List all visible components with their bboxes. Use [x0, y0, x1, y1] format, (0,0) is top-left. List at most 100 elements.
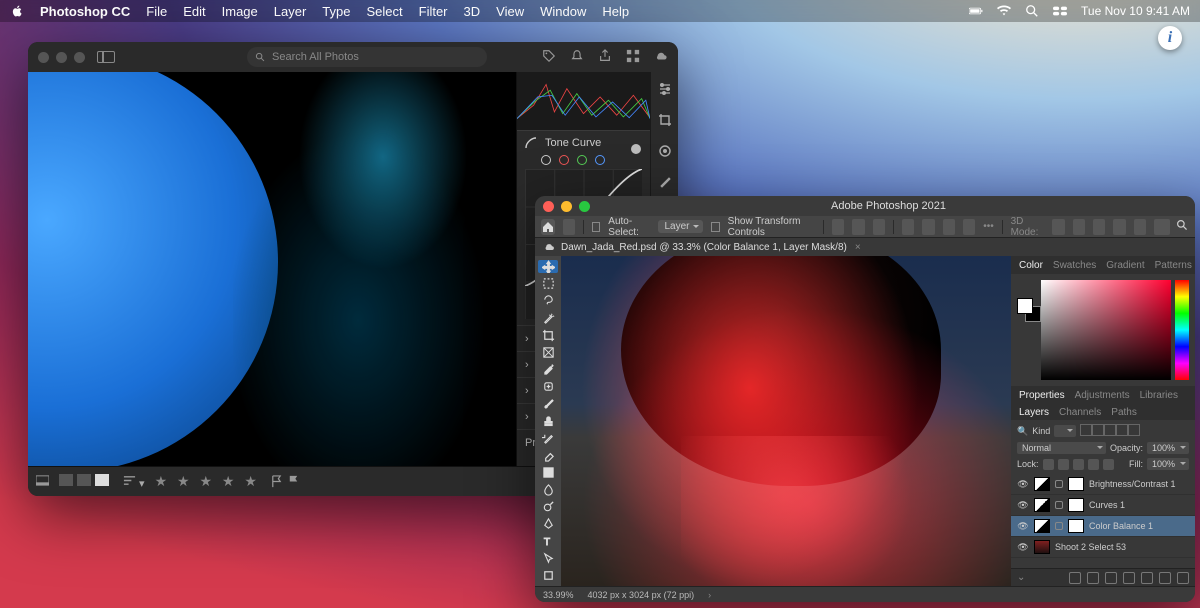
tag-icon[interactable] — [542, 49, 556, 66]
workspace-icon[interactable] — [1154, 219, 1170, 235]
align-center-icon[interactable] — [852, 219, 864, 235]
lock-trans-icon[interactable] — [1043, 459, 1054, 470]
visibility-toggle[interactable]: 👁 — [1017, 542, 1029, 553]
path-select-tool[interactable] — [538, 552, 558, 565]
tone-dot-red[interactable] — [559, 155, 569, 165]
new-adjustment-icon[interactable] — [1123, 572, 1135, 584]
tab-paths[interactable]: Paths — [1111, 407, 1137, 418]
tab-color[interactable]: Color — [1019, 260, 1043, 271]
tab-libraries[interactable]: Libraries — [1140, 390, 1178, 401]
menu-file[interactable]: File — [146, 4, 167, 19]
close-tab-icon[interactable]: × — [855, 242, 861, 253]
brush-tool[interactable] — [538, 397, 558, 410]
sliders-icon[interactable] — [658, 82, 672, 99]
color-field[interactable] — [1041, 280, 1171, 380]
lock-pos-icon[interactable] — [1073, 459, 1084, 470]
menu-view[interactable]: View — [496, 4, 524, 19]
tab-gradient[interactable]: Gradient — [1106, 260, 1144, 271]
grid-icon[interactable] — [626, 49, 640, 66]
tone-dot-green[interactable] — [577, 155, 587, 165]
menu-image[interactable]: Image — [222, 4, 258, 19]
gradient-tool[interactable] — [538, 466, 558, 479]
kind-dropdown[interactable] — [1054, 425, 1076, 437]
zoom-readout[interactable]: 33.99% — [543, 590, 574, 600]
crop-icon[interactable] — [658, 113, 672, 130]
blend-mode-dropdown[interactable]: Normal — [1017, 442, 1106, 454]
layer-row[interactable]: 👁 Curves 1 — [1011, 495, 1195, 516]
tab-channels[interactable]: Channels — [1059, 407, 1101, 418]
visibility-toggle[interactable]: 👁 — [1017, 479, 1029, 490]
move-tool-thumb-icon[interactable] — [563, 219, 575, 235]
lock-artboard-icon[interactable] — [1088, 459, 1099, 470]
marquee-tool[interactable] — [538, 277, 558, 290]
visibility-toggle[interactable]: 👁 — [1017, 521, 1029, 532]
pen-tool[interactable] — [538, 517, 558, 530]
kind-filter-icons[interactable] — [1080, 424, 1140, 438]
bell-icon[interactable] — [570, 49, 584, 66]
3d-roll-icon[interactable] — [1073, 219, 1085, 235]
align-right-icon[interactable] — [873, 219, 885, 235]
layer-row[interactable]: 👁 Brightness/Contrast 1 — [1011, 474, 1195, 495]
menu-window[interactable]: Window — [540, 4, 586, 19]
3d-orbit-icon[interactable] — [1052, 219, 1064, 235]
lr-canvas[interactable] — [28, 72, 516, 466]
distribute-icon[interactable] — [963, 219, 975, 235]
type-tool[interactable]: T — [538, 535, 558, 548]
auto-select-dropdown[interactable]: Layer — [658, 220, 703, 233]
shape-tool[interactable] — [538, 569, 558, 582]
stamp-tool[interactable] — [538, 414, 558, 427]
3d-slide-icon[interactable] — [1113, 219, 1125, 235]
heal-tool[interactable] — [538, 380, 558, 393]
dodge-tool[interactable] — [538, 500, 558, 513]
3d-zoom-icon[interactable] — [1134, 219, 1146, 235]
align-bottom-icon[interactable] — [943, 219, 955, 235]
3d-pan-icon[interactable] — [1093, 219, 1105, 235]
cloud-icon[interactable] — [654, 49, 668, 66]
color-picker-panel[interactable] — [1011, 274, 1195, 386]
layer-row[interactable]: 👁 Shoot 2 Select 53 — [1011, 537, 1195, 558]
battery-icon[interactable] — [969, 4, 983, 18]
menu-filter[interactable]: Filter — [419, 4, 448, 19]
fg-bg-swatches[interactable] — [1017, 298, 1033, 314]
menu-edit[interactable]: Edit — [183, 4, 205, 19]
tab-adjustments[interactable]: Adjustments — [1075, 390, 1130, 401]
show-transform-checkbox[interactable] — [711, 222, 719, 232]
fill-input[interactable]: 100% — [1147, 458, 1189, 470]
tone-dot-luma[interactable] — [541, 155, 551, 165]
new-layer-icon[interactable] — [1159, 572, 1171, 584]
apple-icon[interactable] — [10, 4, 24, 18]
wand-tool[interactable] — [538, 311, 558, 324]
wifi-icon[interactable] — [997, 4, 1011, 18]
ps-viewport[interactable] — [561, 256, 1011, 586]
move-tool[interactable] — [538, 260, 558, 273]
layer-name[interactable]: Brightness/Contrast 1 — [1089, 479, 1176, 489]
brush-icon[interactable] — [658, 175, 672, 192]
search-icon[interactable] — [1025, 4, 1039, 18]
opacity-input[interactable]: 100% — [1147, 442, 1189, 454]
sidebar-toggle-icon[interactable] — [97, 51, 115, 63]
app-name[interactable]: Photoshop CC — [40, 4, 130, 19]
tone-dot-blue[interactable] — [595, 155, 605, 165]
frame-tool[interactable] — [538, 346, 558, 359]
lr-traffic-lights[interactable] — [38, 52, 85, 63]
lr-search-input[interactable]: Search All Photos — [247, 47, 487, 67]
tab-properties[interactable]: Properties — [1019, 390, 1065, 401]
menu-layer[interactable]: Layer — [274, 4, 307, 19]
rating-stars[interactable]: ★ ★ ★ ★ ★ — [155, 473, 260, 490]
trash-icon[interactable] — [1177, 572, 1189, 584]
menubar-clock[interactable]: Tue Nov 10 9:41 AM — [1081, 4, 1190, 18]
layer-name[interactable]: Shoot 2 Select 53 — [1055, 542, 1126, 552]
layer-name[interactable]: Curves 1 — [1089, 500, 1125, 510]
eraser-tool[interactable] — [538, 449, 558, 462]
history-brush-tool[interactable] — [538, 432, 558, 445]
control-center-icon[interactable] — [1053, 4, 1067, 18]
menu-select[interactable]: Select — [366, 4, 402, 19]
blur-tool[interactable] — [538, 483, 558, 496]
lock-all-icon[interactable] — [1103, 459, 1114, 470]
ps-document-tab[interactable]: Dawn_Jada_Red.psd @ 33.3% (Color Balance… — [535, 238, 1195, 256]
layer-row[interactable]: 👁 Color Balance 1 — [1011, 516, 1195, 537]
ps-traffic-lights[interactable] — [543, 201, 590, 212]
align-left-icon[interactable] — [832, 219, 844, 235]
sort-icon[interactable]: ▾ — [123, 474, 145, 490]
tab-layers[interactable]: Layers — [1019, 407, 1049, 418]
